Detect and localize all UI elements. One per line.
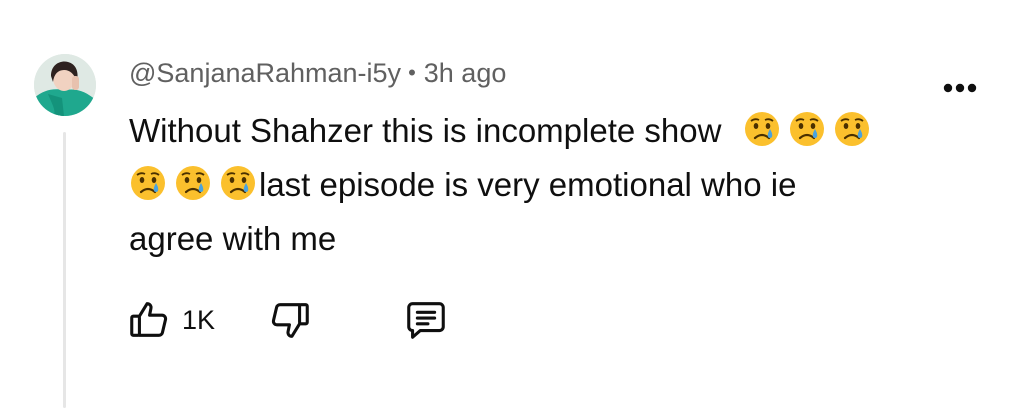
crying-face-emoji (743, 110, 781, 148)
reply-button[interactable] (403, 297, 449, 343)
meta-separator: • (408, 60, 416, 85)
dislike-button[interactable] (267, 297, 313, 343)
author-name[interactable]: @SanjanaRahman-i5y (129, 58, 401, 89)
crying-face-emoji (129, 164, 167, 202)
comment-text-line2: last episode is very emotional who ie (259, 166, 797, 203)
avatar[interactable] (34, 54, 96, 116)
thumbs-up-icon (130, 302, 168, 337)
comment-text-line1: Without Shahzer this is incomplete show (129, 112, 722, 149)
comment-meta: @SanjanaRahman-i5y • 3h ago (129, 55, 506, 91)
comment-icon (407, 302, 445, 339)
crying-face-emoji (174, 164, 212, 202)
like-button[interactable]: 1K (126, 297, 215, 343)
thread-line (63, 132, 66, 408)
comment-text: Without Shahzer this is incomplete show … (129, 104, 969, 266)
more-vertical-dots-icon (943, 83, 977, 93)
crying-face-emoji (788, 110, 826, 148)
thumbs-down-icon (271, 303, 309, 338)
comment-text-line3: agree with me (129, 220, 337, 257)
comment-actions: 1K (126, 292, 449, 348)
like-count: 1K (182, 304, 216, 335)
crying-face-emoji (219, 164, 257, 202)
comment-time[interactable]: 3h ago (424, 58, 507, 89)
crying-face-emoji (833, 110, 871, 148)
